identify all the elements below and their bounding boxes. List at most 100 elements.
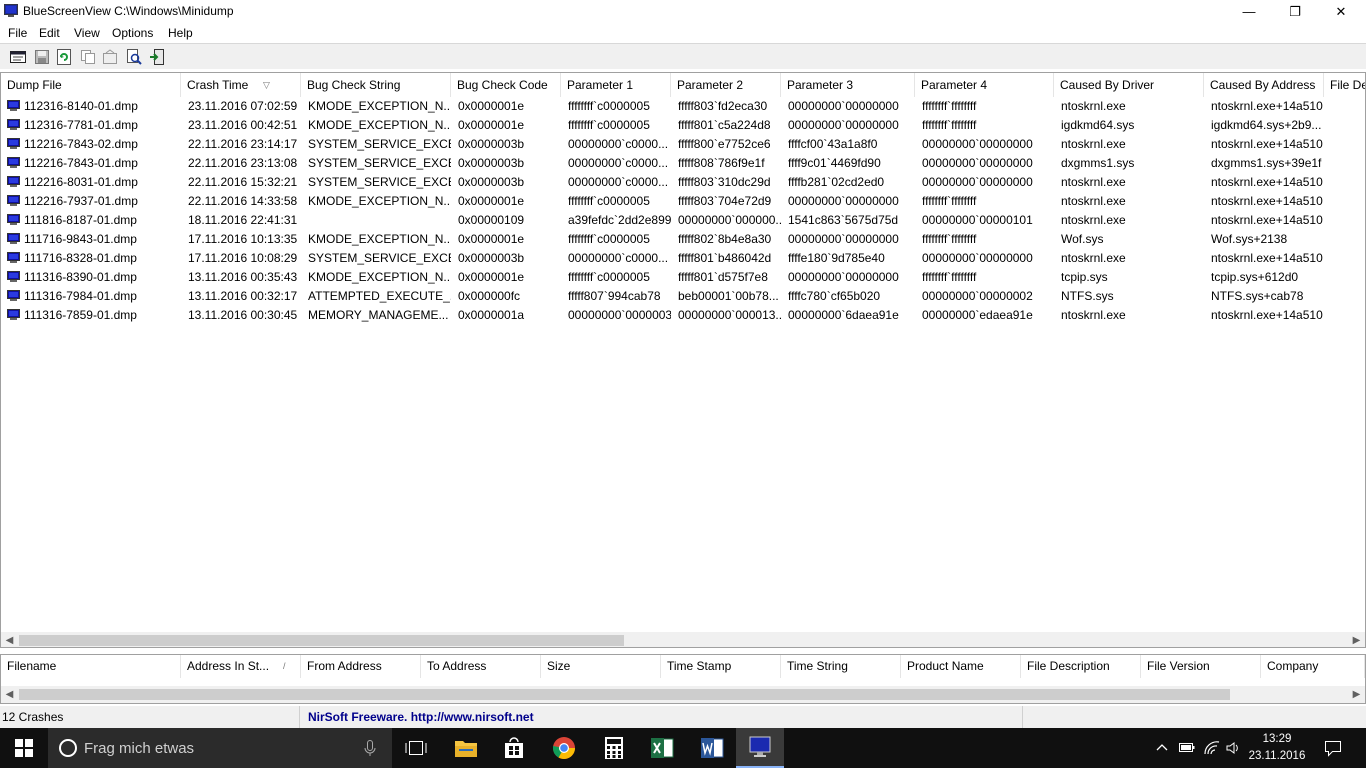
driver-list-hscrollbar[interactable]: ◀ ▶ [1,686,1365,703]
minimize-button[interactable]: — [1226,0,1272,23]
notifications-icon[interactable] [1324,739,1342,757]
column-header-parameter-3[interactable]: Parameter 3 [781,73,915,97]
column-header-parameter-1[interactable]: Parameter 1 [561,73,671,97]
crash-list[interactable]: Dump File Crash Time ▽ Bug Check String Bug … [0,72,1366,648]
taskbar-search[interactable]: Frag mich etwas [48,728,392,768]
start-button[interactable] [0,728,48,768]
table-row[interactable]: 111316-7984-01.dmp 13.11.2016 00:32:17 ATT… [1,287,1365,306]
cell-caused-by-driver: Wof.sys [1061,232,1104,246]
taskbar-bluescreenview[interactable] [736,728,784,768]
cell-parameter-3: ffffcf00`43a1a8f0 [788,137,878,151]
scroll-thumb[interactable] [19,635,624,646]
microphone-icon[interactable] [364,740,376,757]
scroll-thumb[interactable] [19,689,1230,700]
lower-column-header-time-stamp[interactable]: Time Stamp [661,655,781,678]
task-view-button[interactable] [392,728,440,768]
taskbar-calculator[interactable] [590,728,638,768]
column-header-bug-check-code[interactable]: Bug Check Code [451,73,561,97]
scroll-right-arrow-icon[interactable]: ▶ [1348,632,1365,647]
cell-dump-file: 112316-7781-01.dmp [24,118,138,132]
cell-caused-by-address: dxgmms1.sys+39e1f [1211,156,1322,170]
lower-column-header-from-address[interactable]: From Address [301,655,421,678]
lower-column-header-size[interactable]: Size [541,655,661,678]
taskbar-clock[interactable]: 13:29 23.11.2016 [1247,731,1307,765]
scroll-right-arrow-icon[interactable]: ▶ [1348,686,1365,703]
lower-column-header-filename[interactable]: Filename [1,655,181,678]
table-row[interactable]: 111816-8187-01.dmp 18.11.2016 22:41:31 0x0… [1,211,1365,230]
taskbar-store[interactable] [490,728,538,768]
cell-bug-check-string: KMODE_EXCEPTION_N... [308,99,451,113]
lower-column-header-file-description[interactable]: File Description [1021,655,1141,678]
exit-icon[interactable] [148,48,166,66]
menu-file[interactable]: File [8,26,27,40]
menu-help[interactable]: Help [168,26,193,40]
restore-button[interactable]: ❐ [1272,0,1318,23]
cell-parameter-1: 00000000`c0000... [568,251,669,265]
table-row[interactable]: 111316-7859-01.dmp 13.11.2016 00:30:45 MEM… [1,306,1365,325]
nirsoft-link[interactable]: NirSoft Freeware. http://www.nirsoft.net [300,706,1023,728]
column-header-caused-by-driver[interactable]: Caused By Driver [1054,73,1204,97]
menu-view[interactable]: View [74,26,100,40]
table-row[interactable]: 112316-8140-01.dmp 23.11.2016 07:02:59 KMO… [1,97,1365,116]
scroll-left-arrow-icon[interactable]: ◀ [1,632,18,647]
column-header-file-description[interactable]: File De [1324,73,1365,97]
table-row[interactable]: 112216-7843-02.dmp 22.11.2016 23:14:17 SYS… [1,135,1365,154]
column-header-label: Time String [787,659,848,673]
table-row[interactable]: 112216-7937-01.dmp 22.11.2016 14:33:58 KMO… [1,192,1365,211]
cell-parameter-3: 00000000`00000000 [788,194,899,208]
wifi-icon[interactable] [1203,740,1221,756]
driver-list[interactable]: Filename Address In St... / From Address To … [0,654,1366,704]
cell-parameter-2: fffff803`310dc29d [678,175,771,189]
cell-parameter-2: fffff801`d575f7e8 [678,270,768,284]
cell-parameter-4: 00000000`00000000 [922,175,1033,189]
table-row[interactable]: 112216-8031-01.dmp 22.11.2016 15:32:21 SYS… [1,173,1365,192]
cell-parameter-4: 00000000`00000101 [922,213,1033,227]
lower-column-header-company[interactable]: Company [1261,655,1365,678]
battery-icon[interactable] [1178,740,1196,754]
table-row[interactable]: 111316-8390-01.dmp 13.11.2016 00:35:43 KMO… [1,268,1365,287]
column-header-label: Bug Check String [307,78,401,92]
cell-caused-by-address: tcpip.sys+612d0 [1211,270,1299,284]
table-row[interactable]: 111716-8328-01.dmp 17.11.2016 10:08:29 SYS… [1,249,1365,268]
taskbar-chrome[interactable] [540,728,588,768]
lower-column-header-product-name[interactable]: Product Name [901,655,1021,678]
taskbar-excel[interactable] [638,728,686,768]
find-icon[interactable] [125,48,143,66]
cell-parameter-2: fffff801`b486042d [678,251,772,265]
column-header-parameter-2[interactable]: Parameter 2 [671,73,781,97]
crash-list-hscrollbar[interactable]: ◀ ▶ [1,632,1365,647]
dump-file-icon [7,100,20,111]
column-header-label: Size [547,659,571,673]
lower-column-header-file-version[interactable]: File Version [1141,655,1261,678]
taskbar-word[interactable] [688,728,736,768]
table-row[interactable]: 112316-7781-01.dmp 23.11.2016 00:42:51 KMO… [1,116,1365,135]
lower-column-header-to-address[interactable]: To Address [421,655,541,678]
column-header-crash-time[interactable]: Crash Time ▽ [181,73,301,97]
lower-column-header-address-in-stack[interactable]: Address In St... / [181,655,301,678]
menu-options[interactable]: Options [112,26,153,40]
copy-icon[interactable] [79,48,97,66]
lower-column-header-time-string[interactable]: Time String [781,655,901,678]
close-button[interactable]: ✕ [1318,0,1364,23]
advanced-options-icon[interactable] [101,48,119,66]
cell-parameter-3: 1541c863`5675d75d [788,213,899,227]
cell-dump-file: 111316-8390-01.dmp [24,270,137,284]
refresh-icon[interactable] [55,48,73,66]
column-header-dump-file[interactable]: Dump File [1,73,181,97]
column-header-caused-by-address[interactable]: Caused By Address [1204,73,1324,97]
chevron-up-icon[interactable] [1156,743,1168,751]
column-header-label: Caused By Address [1210,78,1316,92]
column-header-parameter-4[interactable]: Parameter 4 [915,73,1054,97]
cell-parameter-2: beb00001`00b78... [678,289,779,303]
scroll-left-arrow-icon[interactable]: ◀ [1,686,18,703]
properties-icon[interactable] [9,48,27,66]
volume-icon[interactable] [1225,740,1241,756]
table-row[interactable]: 112216-7843-01.dmp 22.11.2016 23:13:08 SYS… [1,154,1365,173]
column-header-bug-check-string[interactable]: Bug Check String [301,73,451,97]
cell-crash-time: 22.11.2016 14:33:58 [188,194,298,208]
save-icon[interactable] [33,48,51,66]
menu-edit[interactable]: Edit [39,26,60,40]
table-row[interactable]: 111716-9843-01.dmp 17.11.2016 10:13:35 KMO… [1,230,1365,249]
cell-dump-file: 112316-8140-01.dmp [24,99,138,113]
taskbar-file-explorer[interactable] [442,728,490,768]
